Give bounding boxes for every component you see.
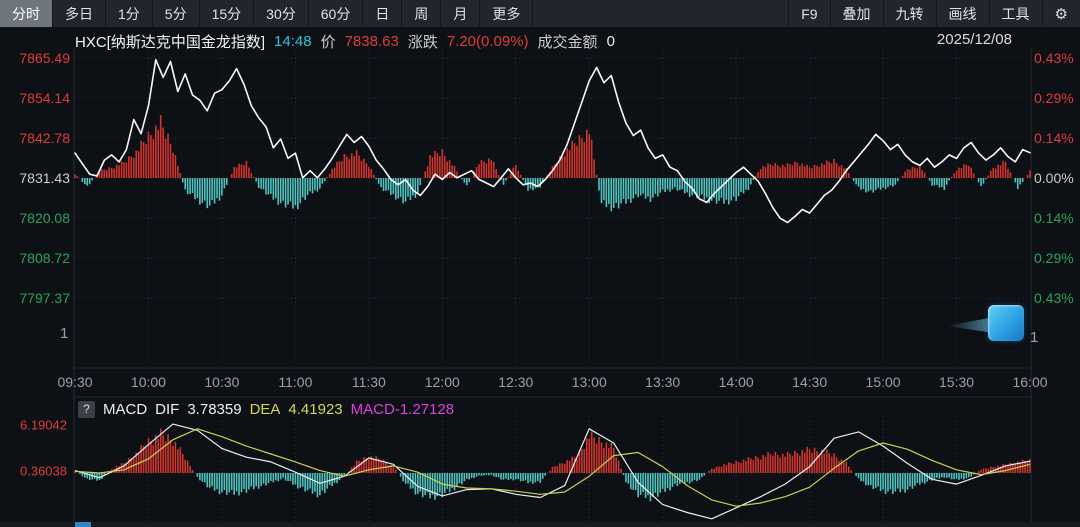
dif-value: 3.78359 [187,401,241,418]
pct-axis-label: 0.00% [1034,170,1074,186]
pct-axis-label: 0.14% [1034,130,1074,146]
price-axis-label: 7865.49 [4,50,70,66]
time-axis-label: 09:30 [57,374,92,390]
pct-axis-label: 0.29% [1034,250,1074,266]
dif-label: DIF [155,401,179,418]
time-axis-label: 14:30 [792,374,827,390]
time-axis-label: 13:30 [645,374,680,390]
price-axis-label: 7820.08 [4,210,70,226]
time-axis-label: 12:00 [425,374,460,390]
time-axis-label: 10:30 [204,374,239,390]
volume-scale-left: 1 [60,325,68,342]
horizontal-scrollbar[interactable] [0,522,1080,527]
price-axis-label: 7854.14 [4,90,70,106]
price-chart-canvas[interactable] [0,0,1080,527]
time-axis-label: 11:30 [352,374,386,390]
volume-scale-right: 1 [1030,329,1038,346]
time-axis-label: 13:00 [572,374,607,390]
macd-value-label: MACD [351,401,395,418]
pct-axis-label: 0.14% [1034,210,1074,226]
price-axis-label: 7797.37 [4,290,70,306]
pct-axis-label: 0.43% [1034,50,1074,66]
pct-axis-label: 0.29% [1034,90,1074,106]
trading-app-window: 分时多日1分5分15分30分60分日周月更多 F9叠加九转画线工具⚙ HXC[纳… [0,0,1080,527]
price-axis-label: 7808.72 [4,250,70,266]
time-axis-label: 16:00 [1012,374,1047,390]
price-axis-label: 7831.43 [4,170,70,186]
help-icon[interactable]: ? [78,401,95,418]
macd-indicator-label[interactable]: MACD [103,401,147,418]
time-axis-label: 11:00 [278,374,312,390]
time-axis-label: 14:00 [719,374,754,390]
macd-value: -1.27128 [395,401,454,418]
time-axis-label: 15:00 [866,374,901,390]
dea-label: DEA [250,401,281,418]
macd-axis-ref: 0.36038 [20,464,67,479]
macd-header: ? MACD DIF 3.78359 DEA 4.41923 MACD -1.2… [78,400,454,418]
macd-axis-max: 6.19042 [20,418,67,433]
time-axis-label: 15:30 [939,374,974,390]
price-axis-label: 7842.78 [4,130,70,146]
time-axis-label: 10:00 [131,374,166,390]
pct-axis-label: 0.43% [1034,290,1074,306]
dea-value: 4.41923 [288,401,342,418]
time-axis-label: 12:30 [498,374,533,390]
scrollbar-thumb[interactable] [75,522,91,527]
